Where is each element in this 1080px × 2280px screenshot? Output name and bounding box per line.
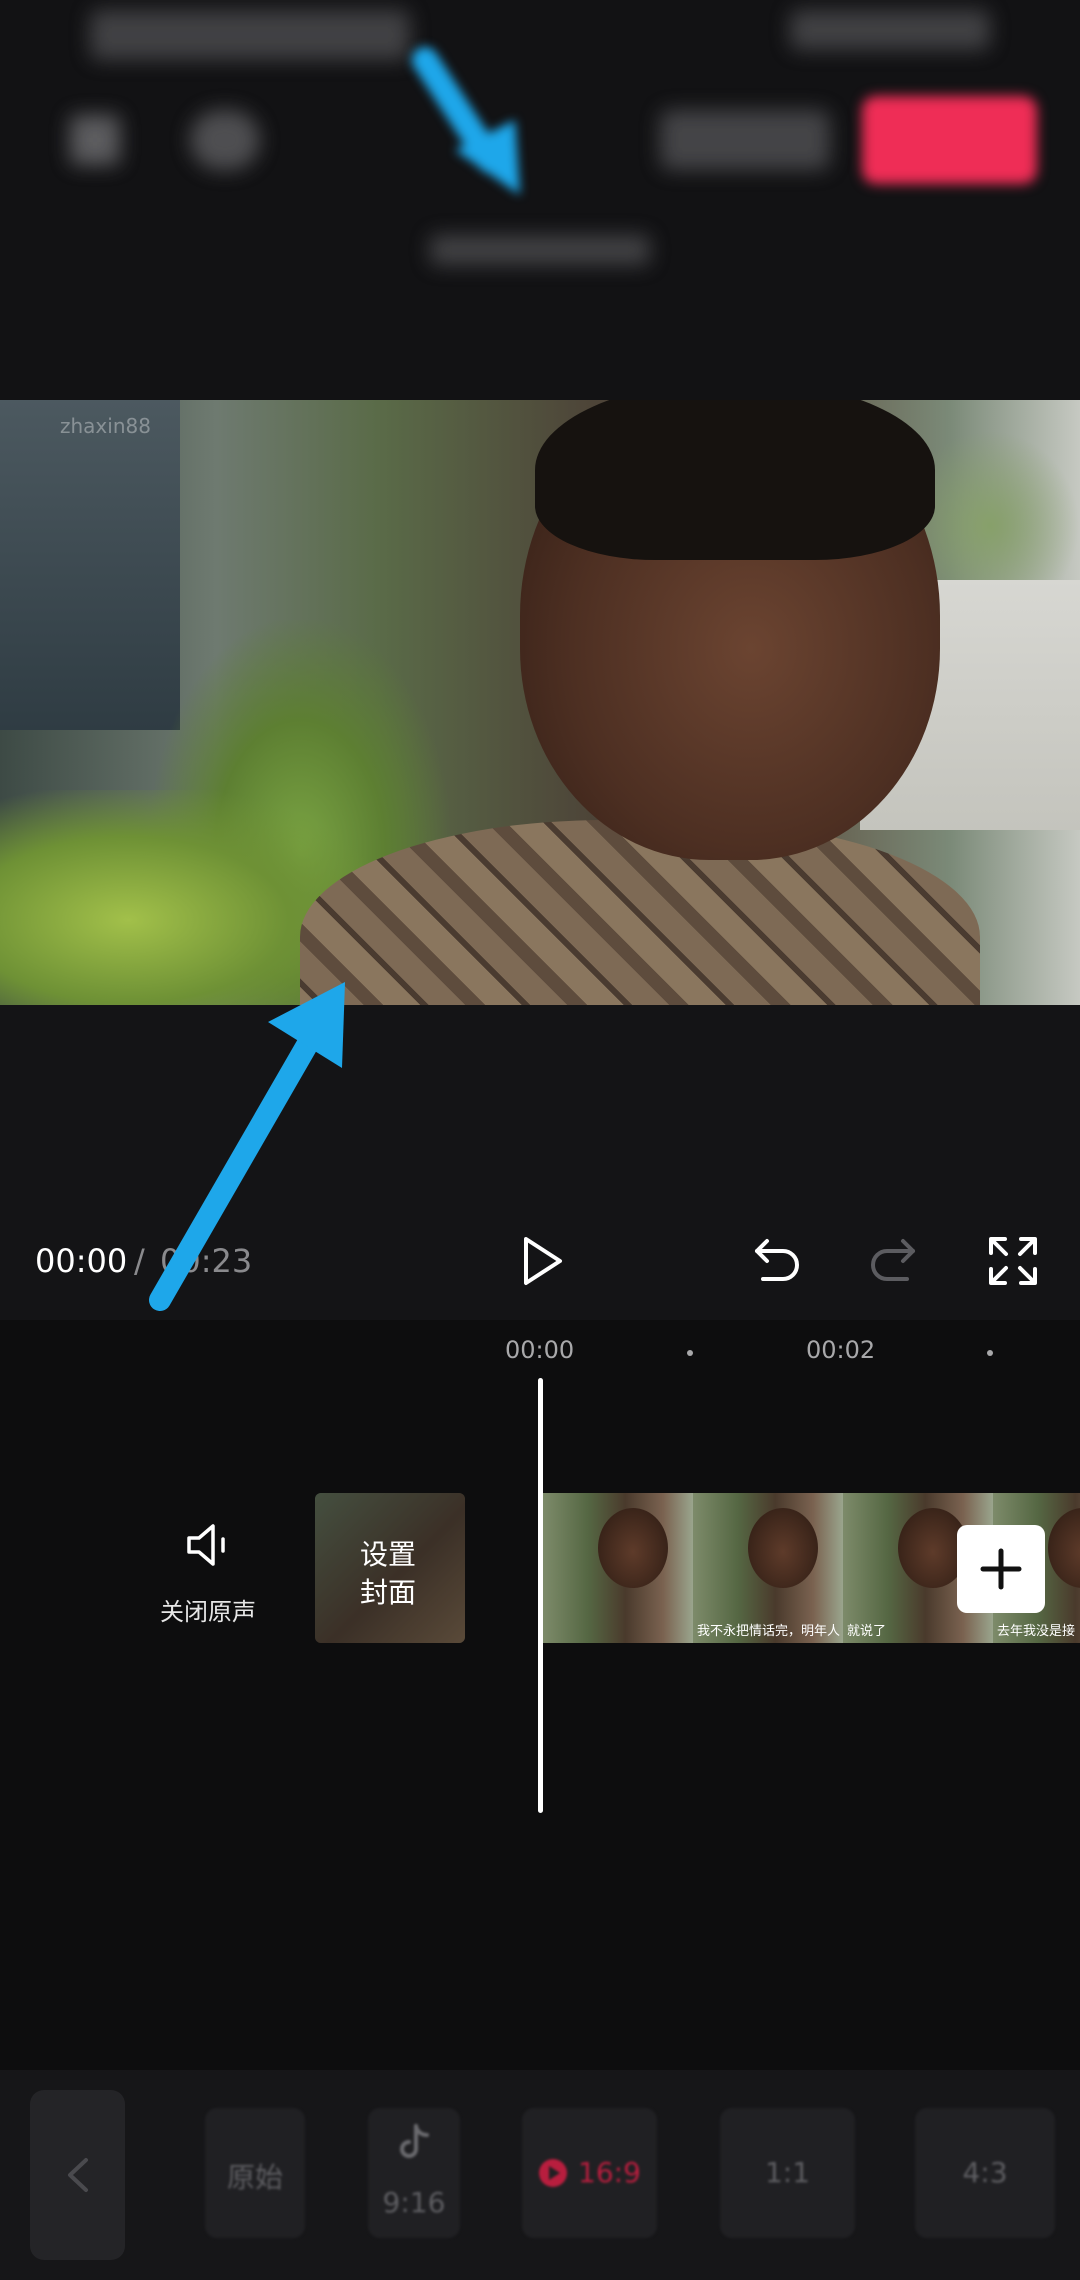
status-bar-left: [90, 10, 410, 60]
video-preview[interactable]: zhaxin88: [0, 400, 1080, 1005]
ratio-16-9-selected[interactable]: 16:9: [522, 2108, 657, 2238]
play-icon: [524, 1237, 562, 1285]
cover-label-line2: 封面: [360, 1576, 417, 1609]
time-separator: /: [134, 1242, 145, 1280]
status-bar-right: [790, 10, 990, 50]
mute-original-audio-label[interactable]: 关闭原声: [160, 1592, 256, 1627]
ruler-label: 00:00: [505, 1336, 575, 1364]
fullscreen-button[interactable]: [983, 1231, 1043, 1291]
toolbar-hint: [430, 235, 650, 265]
video-watermark: zhaxin88: [60, 414, 151, 438]
frame-subtitle: 就说了: [847, 1624, 887, 1639]
resolution-button[interactable]: [660, 110, 830, 170]
plus-icon: [980, 1548, 1022, 1590]
annotation-arrow-top: [412, 47, 520, 195]
current-time: 00:00: [35, 1242, 128, 1280]
undo-button[interactable]: [745, 1231, 805, 1291]
ruler-label: 00:02: [806, 1336, 876, 1364]
ratio-label: 16:9: [578, 2156, 641, 2189]
help-icon[interactable]: [190, 110, 260, 170]
add-clip-button[interactable]: [957, 1525, 1045, 1613]
frame-face: [748, 1508, 818, 1588]
frame-subtitle: 去年我没是接: [997, 1624, 1076, 1639]
frame-face: [1048, 1508, 1080, 1588]
ratio-original[interactable]: 原始: [205, 2108, 305, 2238]
speaker-icon[interactable]: [183, 1520, 233, 1570]
ruler-tick: [987, 1350, 993, 1356]
close-icon[interactable]: [70, 115, 120, 165]
redo-icon: [871, 1239, 915, 1281]
chevron-left-icon: [68, 2158, 88, 2192]
cover-label-line1: 设置: [360, 1538, 417, 1571]
play-button[interactable]: [510, 1231, 570, 1291]
export-button[interactable]: [862, 96, 1037, 184]
top-toolbar: [0, 0, 1080, 400]
clip-frame: 我不永把情话完，明年人: [693, 1493, 845, 1643]
ratio-label: 1:1: [764, 2156, 811, 2189]
ratio-4-3[interactable]: 4:3: [915, 2108, 1055, 2238]
back-button[interactable]: [30, 2090, 125, 2260]
frame-face: [598, 1508, 668, 1588]
playhead[interactable]: [538, 1378, 543, 1813]
redo-button[interactable]: [865, 1231, 925, 1291]
ratio-1-1[interactable]: 1:1: [720, 2108, 855, 2238]
ratio-9-16[interactable]: 9:16: [368, 2108, 460, 2238]
preview-person-hair: [535, 400, 935, 560]
ratio-label: 9:16: [382, 2186, 446, 2219]
tiktok-icon: [400, 2124, 429, 2158]
ratio-label: 原始: [226, 2161, 283, 2194]
total-duration: 00:23: [160, 1242, 253, 1280]
ruler-tick: [687, 1350, 693, 1356]
undo-icon: [755, 1239, 799, 1281]
ratio-label: 4:3: [962, 2156, 1008, 2189]
fullscreen-icon: [989, 1237, 1037, 1285]
clip-frame: [543, 1493, 695, 1643]
frame-subtitle: 我不永把情话完，明年人: [697, 1624, 841, 1639]
